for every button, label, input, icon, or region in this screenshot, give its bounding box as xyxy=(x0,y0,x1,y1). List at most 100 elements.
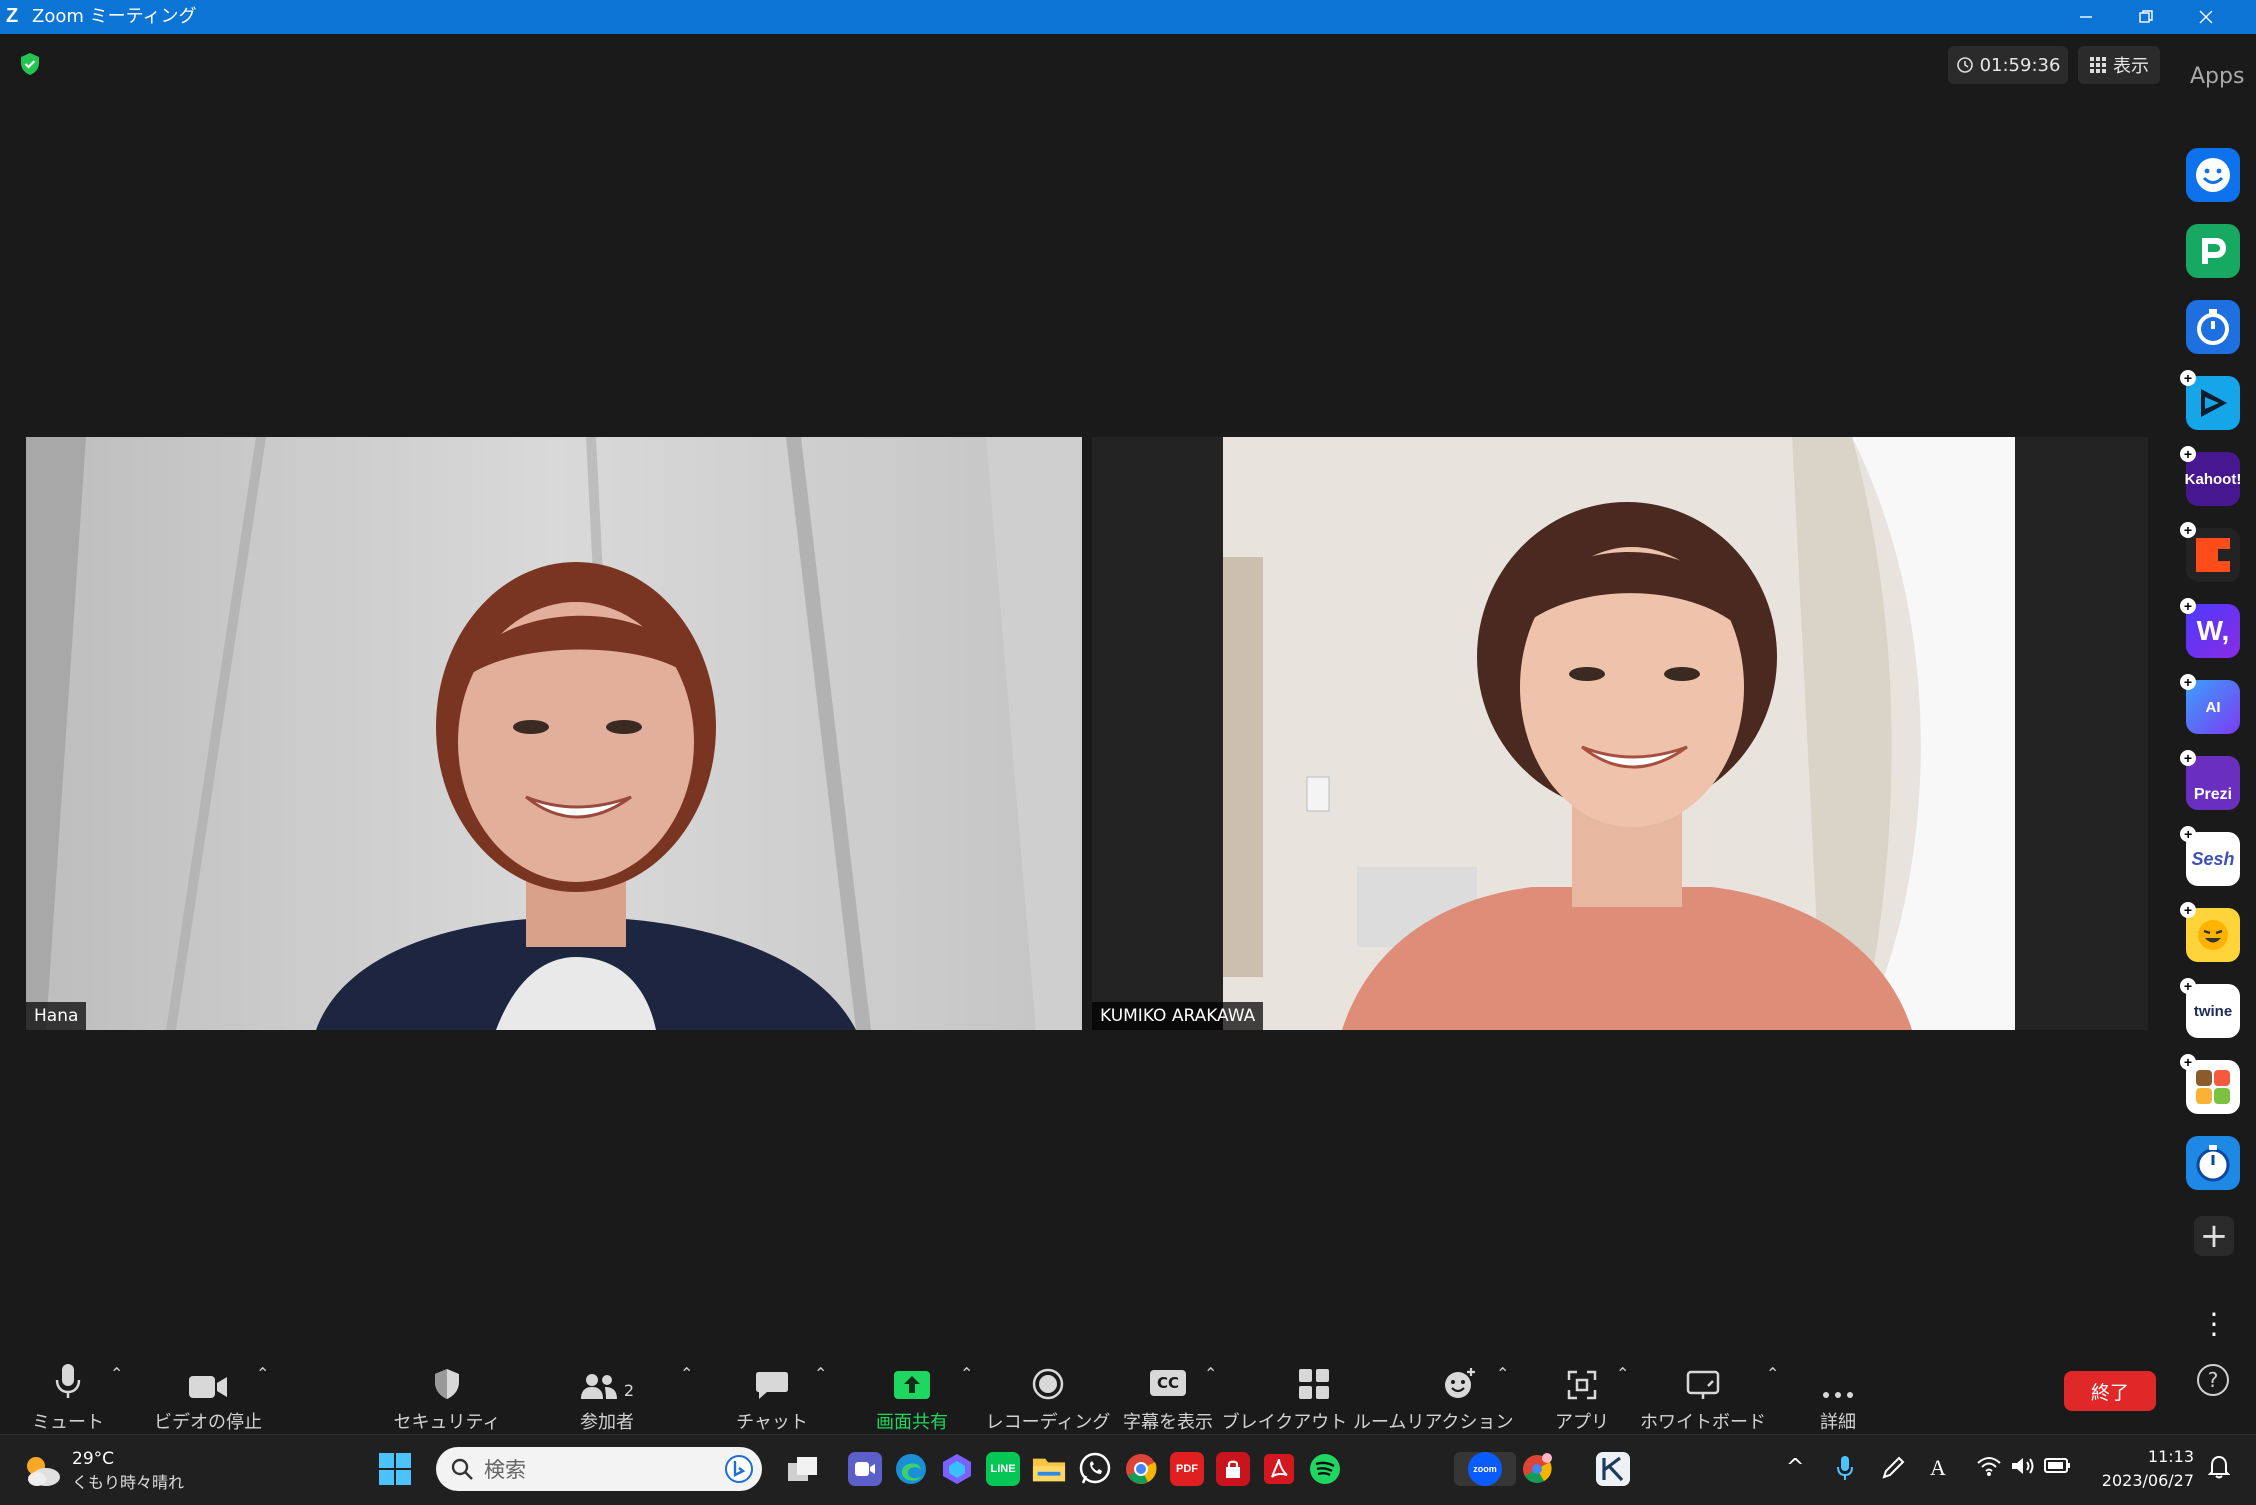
chat-button[interactable]: チャット xyxy=(730,1346,814,1434)
clock-icon xyxy=(1956,57,1973,73)
elapsed-time: 01:59:36 xyxy=(1979,54,2061,76)
share-screen-button[interactable]: 画面共有 xyxy=(866,1346,958,1434)
view-button[interactable]: 表示 xyxy=(2078,46,2160,84)
partly-cloudy-icon xyxy=(27,1457,60,1486)
video-options-chevron-icon[interactable]: ⌃ xyxy=(256,1364,270,1383)
hidden-icons-chevron-icon[interactable]: ^ xyxy=(1786,1455,1804,1480)
help-icon[interactable]: ? xyxy=(2197,1364,2229,1396)
minimize-button[interactable] xyxy=(2056,0,2116,34)
file-explorer-icon[interactable] xyxy=(1032,1452,1066,1486)
captions-options-chevron-icon[interactable]: ⌃ xyxy=(1204,1364,1218,1383)
volume-icon[interactable] xyxy=(2010,1455,2036,1483)
closed-captions-icon: CC xyxy=(1150,1370,1186,1396)
twine-icon[interactable]: + twine xyxy=(2180,978,2240,1038)
show-captions-button[interactable]: CC 字幕を表示 xyxy=(1122,1346,1214,1434)
mute-options-chevron-icon[interactable]: ⌃ xyxy=(110,1364,124,1383)
record-button[interactable]: レコーディング xyxy=(986,1346,1110,1434)
search-placeholder: 検索 xyxy=(484,1458,526,1482)
line-app-icon[interactable]: LINE xyxy=(986,1452,1020,1486)
whiteboard-options-chevron-icon[interactable]: ⌃ xyxy=(1766,1364,1780,1383)
taskbar-clock[interactable]: 11:13 2023/06/27 xyxy=(2090,1445,2194,1493)
apps-button[interactable]: アプリ xyxy=(1546,1346,1618,1434)
whiteboard-button[interactable]: ホワイトボード xyxy=(1640,1346,1766,1434)
timer-app-icon[interactable] xyxy=(2186,300,2240,354)
weather-widget[interactable]: 29°C くもり時々晴れ xyxy=(22,1449,184,1493)
apps-options-chevron-icon[interactable]: ⌃ xyxy=(1616,1364,1630,1383)
emoji-app-icon[interactable] xyxy=(2186,148,2240,202)
participants-options-chevron-icon[interactable]: ⌃ xyxy=(680,1364,694,1383)
view-label: 表示 xyxy=(2113,56,2149,77)
wooclap-icon[interactable]: + W, xyxy=(2180,598,2240,658)
pear-deck-icon[interactable] xyxy=(2186,224,2240,278)
video-camera-icon xyxy=(189,1376,227,1398)
share-screen-label: 画面共有 xyxy=(876,1412,948,1433)
notifications-bell-icon[interactable] xyxy=(2207,1455,2231,1485)
ai-companion-icon[interactable]: + AI xyxy=(2180,674,2240,734)
spotify-icon[interactable] xyxy=(1308,1452,1342,1486)
emoji-game-icon[interactable]: + xyxy=(2180,902,2240,962)
teams-icon[interactable] xyxy=(848,1452,882,1486)
chrome-icon[interactable] xyxy=(1124,1452,1158,1486)
reactions-options-chevron-icon[interactable]: ⌃ xyxy=(1496,1364,1510,1383)
grid-icon xyxy=(2090,57,2106,73)
add-app-badge-icon: + xyxy=(2180,978,2196,994)
share-options-chevron-icon[interactable]: ⌃ xyxy=(960,1364,974,1383)
ime-mode-icon[interactable]: A xyxy=(1930,1455,1946,1481)
add-app-badge-icon: + xyxy=(2180,522,2196,538)
app-k-icon[interactable] xyxy=(1596,1452,1630,1486)
taskbar-search-box[interactable]: 検索 xyxy=(436,1447,762,1491)
wifi-icon[interactable] xyxy=(1976,1455,2002,1483)
acrobat-icon[interactable] xyxy=(1262,1452,1296,1486)
sesh-icon[interactable]: + Sesh xyxy=(2180,826,2240,886)
whiteboard-label: ホワイトボード xyxy=(1640,1412,1766,1433)
microphone-tray-icon[interactable] xyxy=(1836,1455,1854,1487)
video-tile-hana[interactable]: Hana xyxy=(26,437,1082,1030)
close-button[interactable] xyxy=(2176,0,2236,34)
reactions-label: リアクション xyxy=(1406,1412,1514,1433)
clock-date: 2023/06/27 xyxy=(2101,1471,2194,1490)
pen-tray-icon[interactable] xyxy=(1880,1455,1906,1487)
window-title: Zoom ミーティング xyxy=(32,6,197,27)
microphone-icon xyxy=(55,1364,81,1398)
end-meeting-button[interactable]: 終了 xyxy=(2064,1371,2156,1411)
flip-app-icon[interactable]: + xyxy=(2180,370,2240,430)
chat-bubble-icon xyxy=(756,1372,788,1399)
add-app-button[interactable]: + xyxy=(2194,1216,2234,1256)
breakout-rooms-button[interactable]: ブレイクアウト ルーム xyxy=(1222,1346,1406,1434)
meeting-timer[interactable]: 01:59:36 xyxy=(1948,46,2068,84)
stop-video-button[interactable]: ビデオの停止 xyxy=(150,1346,266,1434)
participants-button[interactable]: 2 参加者 xyxy=(565,1346,649,1434)
add-app-badge-icon: + xyxy=(2180,446,2196,462)
zoom-taskbar-icon[interactable]: zoom xyxy=(1454,1452,1516,1486)
whatsapp-icon[interactable] xyxy=(1078,1452,1112,1486)
c-app-icon[interactable]: + xyxy=(2180,522,2240,582)
security-button[interactable]: セキュリティ xyxy=(394,1346,500,1434)
mute-label: ミュート xyxy=(32,1412,104,1433)
battery-icon[interactable] xyxy=(2044,1455,2072,1481)
windows-taskbar: 29°C くもり時々晴れ 検索 LINE PDF zoom ^ A 11:13 … xyxy=(0,1434,2256,1505)
more-button[interactable]: 詳細 xyxy=(1802,1346,1874,1434)
kahoot-icon[interactable]: + Kahoot! xyxy=(2180,446,2241,506)
prezi-icon[interactable]: + Prezi xyxy=(2180,750,2240,810)
chrome-profile-icon[interactable] xyxy=(1520,1452,1554,1486)
mcafee-icon[interactable] xyxy=(1216,1452,1250,1486)
add-app-badge-icon: + xyxy=(2180,370,2196,386)
video-tile-kumiko-arakawa[interactable]: KUMIKO ARAKAWA xyxy=(1092,437,2148,1030)
participants-label: 参加者 xyxy=(580,1412,634,1433)
chat-options-chevron-icon[interactable]: ⌃ xyxy=(814,1364,828,1383)
restore-button[interactable] xyxy=(2116,0,2176,34)
windows-start-icon[interactable] xyxy=(378,1452,412,1486)
edge-browser-icon[interactable] xyxy=(894,1452,928,1486)
restore-icon xyxy=(2139,10,2153,23)
mute-button[interactable]: ミュート xyxy=(26,1346,110,1434)
pdf-app-icon[interactable]: PDF xyxy=(1170,1452,1204,1486)
stopwatch-app-icon[interactable] xyxy=(2186,1136,2240,1190)
task-view-icon[interactable] xyxy=(786,1452,820,1486)
apps-icon xyxy=(1567,1370,1597,1400)
copilot-icon[interactable] xyxy=(940,1452,974,1486)
encryption-shield-icon[interactable] xyxy=(18,52,42,76)
more-options-icon[interactable]: · · · xyxy=(2206,1301,2222,1349)
reactions-button[interactable]: リアクション xyxy=(1406,1346,1514,1434)
blocks-app-icon[interactable]: + xyxy=(2180,1054,2240,1114)
meeting-toolbar: ミュート ビデオの停止 セキュリティ 2 参加者 チャット 画面共有 レコーディ… xyxy=(0,1346,2256,1434)
